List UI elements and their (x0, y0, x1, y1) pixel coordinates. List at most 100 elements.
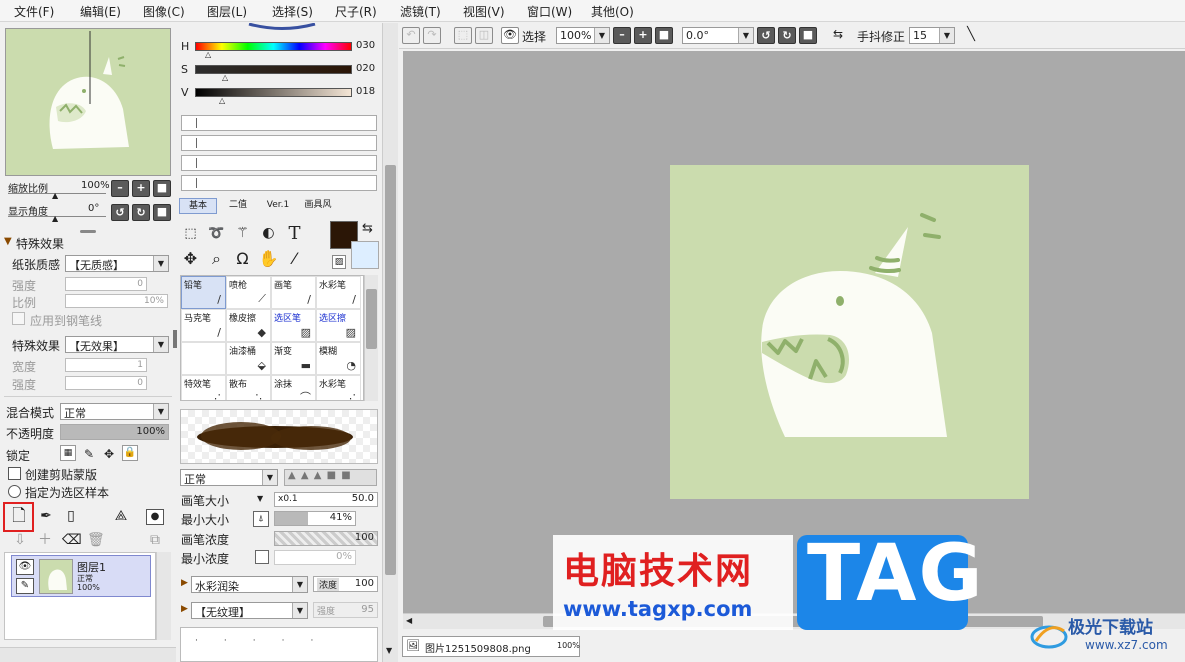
min-size-slider[interactable]: 41% (274, 511, 356, 526)
navigator-preview[interactable] (5, 28, 171, 176)
brush-tool-9[interactable]: 油漆桶 ⬙ (226, 342, 271, 375)
transparent-color-icon[interactable]: ▨ (332, 255, 346, 269)
new-layer-folder-icon[interactable]: ▯ (62, 507, 80, 527)
scroll-down-arrow-icon[interactable]: ▼ (386, 646, 392, 655)
menu-select[interactable]: 选择(S) (272, 3, 313, 20)
rotate-left-button[interactable]: ↺ (111, 204, 129, 221)
hue-thumb[interactable]: △ (205, 50, 211, 59)
layer-mask-icon[interactable]: ● (146, 509, 164, 525)
rotate-reset-button[interactable]: ■ (153, 204, 171, 221)
middle-panel-scroll-thumb[interactable] (385, 165, 396, 575)
new-layer-icon[interactable]: 🗋 (10, 507, 28, 527)
brush-tool-10[interactable]: 渐变 ▬ (271, 342, 316, 375)
lock-all-icon[interactable]: 🔒 (122, 445, 138, 461)
brush-grid-scrollbar[interactable] (364, 275, 378, 401)
layer-list-scrollbar[interactable] (156, 552, 171, 640)
flip-horizontal-icon[interactable]: ⇆ (827, 27, 849, 44)
merge-down-icon[interactable]: ⇩ (12, 531, 28, 549)
opacity-slider[interactable]: 100% (60, 424, 169, 440)
menu-window[interactable]: 窗口(W) (527, 3, 572, 20)
value-thumb[interactable]: △ (219, 96, 225, 105)
menu-view[interactable]: 视图(V) (463, 3, 505, 20)
tab-basic[interactable]: 基本 (179, 198, 217, 214)
lasso-icon[interactable]: ➰ (206, 223, 227, 244)
brush-tool-2[interactable]: 画笔 / (271, 276, 316, 309)
artwork-canvas[interactable] (670, 165, 1029, 499)
menu-image[interactable]: 图像(C) (143, 3, 185, 20)
canvas-area[interactable] (403, 51, 1185, 613)
scroll-left-arrow-icon[interactable]: ◀ (406, 616, 412, 625)
paper-texture-select[interactable]: 【无质感】 ▼ (65, 255, 169, 272)
menu-other[interactable]: 其他(O) (591, 3, 634, 20)
toolbar-angle-select[interactable]: 0.0° ▼ (682, 27, 754, 44)
brush-tool-11[interactable]: 模糊 ◔ (316, 342, 361, 375)
paper-scale-slider[interactable]: 10% (65, 294, 168, 308)
layer-link-icon[interactable]: ⧉ (146, 531, 164, 549)
selection-sample-checkbox[interactable] (8, 485, 21, 498)
move-icon[interactable]: ✥ (180, 248, 201, 269)
panel-grip[interactable] (80, 230, 96, 233)
paper-strength-slider[interactable]: 0 (65, 277, 147, 291)
straight-line-icon[interactable]: ╲ (961, 27, 981, 44)
min-density-slider[interactable]: 0% (274, 550, 356, 565)
toolbar-rotate-reset-button[interactable]: ■ (799, 27, 817, 44)
layer-row[interactable]: 👁 ✎ 图层1 正常 100% (11, 555, 151, 597)
brush-tool-1[interactable]: 喷枪 ⟋ (226, 276, 271, 309)
selection-visibility-icon[interactable]: 👁 (501, 27, 519, 44)
zoom-in-button[interactable]: + (132, 180, 150, 197)
eyedropper-icon[interactable]: ⁄ (284, 248, 305, 269)
brush-tool-15[interactable]: 水彩笔 ⋰ (316, 375, 361, 400)
brush-texture-select[interactable]: 【无纹理】 ▼ (191, 602, 308, 619)
brush-shape-selector[interactable]: ▲ ▲ ▲ ■ ■ (284, 469, 377, 486)
clipping-mask-checkbox[interactable] (8, 467, 21, 480)
shape-icon[interactable]: ◐ (258, 223, 279, 244)
blend-expand-icon[interactable]: ▶ (181, 578, 188, 588)
effect-width-slider[interactable]: 1 (65, 358, 147, 372)
brush-size-slider[interactable]: x0.1 50.0 (274, 492, 378, 507)
brush-tool-7[interactable]: 选区擦 ▨ (316, 309, 361, 342)
min-size-pressure-icon[interactable]: ⍋ (253, 511, 269, 527)
add-to-layer-icon[interactable]: ＋ (37, 531, 53, 549)
tab-binary[interactable]: 二值 (219, 198, 257, 214)
secondary-color-swatch[interactable] (351, 241, 379, 269)
saturation-slider[interactable] (195, 65, 352, 74)
toolbar-zoom-select[interactable]: 100% ▼ (556, 27, 610, 44)
zoom-reset-button[interactable]: ■ (153, 180, 171, 197)
brush-tool-12[interactable]: 特效笔 ⋰ (181, 375, 226, 400)
file-tab[interactable]: 🖼 图片1251509808.png 100% (402, 636, 580, 657)
brush-tool-4[interactable]: 马克笔 / (181, 309, 226, 342)
zoom-icon[interactable]: ⌕ (206, 248, 227, 269)
clear-layer-icon[interactable]: ⌫ (62, 531, 82, 549)
brush-tool-6[interactable]: 选区笔 ▨ (271, 309, 316, 342)
left-panel-bottom-scrollbar[interactable] (0, 647, 176, 662)
texture-expand-icon[interactable]: ▶ (181, 604, 188, 614)
new-vector-layer-icon[interactable]: ✒ (37, 507, 55, 527)
toolbar-zoom-reset-button[interactable]: ■ (655, 27, 673, 44)
brush-tool-0[interactable]: 铅笔 / (181, 276, 226, 309)
deselect-icon[interactable]: ⬚ (454, 27, 472, 44)
lock-transparency-icon[interactable]: ▦ (60, 445, 76, 461)
brush-blend-select[interactable]: 水彩润染 ▼ (191, 576, 308, 593)
undo-icon[interactable]: ↶ (402, 27, 420, 44)
menu-edit[interactable]: 编辑(E) (80, 3, 121, 20)
apply-to-line-checkbox[interactable] (12, 312, 25, 325)
brush-size-presets[interactable]: ····· (180, 627, 378, 662)
eye-icon[interactable]: 👁 (16, 559, 34, 575)
color-slider-row[interactable] (181, 175, 377, 191)
stabilizer-select[interactable]: 15 ▼ (909, 27, 955, 44)
hand-icon[interactable]: ✋ (258, 248, 279, 269)
menu-filter[interactable]: 滤镜(T) (400, 3, 441, 20)
zoom-out-button[interactable]: – (111, 180, 129, 197)
blend-mode-select[interactable]: 正常 ▼ (60, 403, 169, 420)
swap-colors-icon[interactable]: ⇆ (362, 221, 373, 236)
brush-tool-8[interactable] (181, 342, 226, 375)
special-effect-select[interactable]: 【无效果】 ▼ (65, 336, 169, 353)
tab-painter[interactable]: 画具风 (299, 198, 337, 214)
brush-tool-3[interactable]: 水彩笔 / (316, 276, 361, 309)
lock-pen-icon[interactable]: ✎ (81, 445, 97, 461)
color-slider-row[interactable] (181, 155, 377, 171)
text-tool-icon[interactable]: T (284, 223, 305, 244)
redo-icon[interactable]: ↷ (423, 27, 441, 44)
blend-strength-slider[interactable]: 浓度 100 (313, 576, 378, 592)
lock-move-icon[interactable]: ✥ (101, 445, 117, 461)
